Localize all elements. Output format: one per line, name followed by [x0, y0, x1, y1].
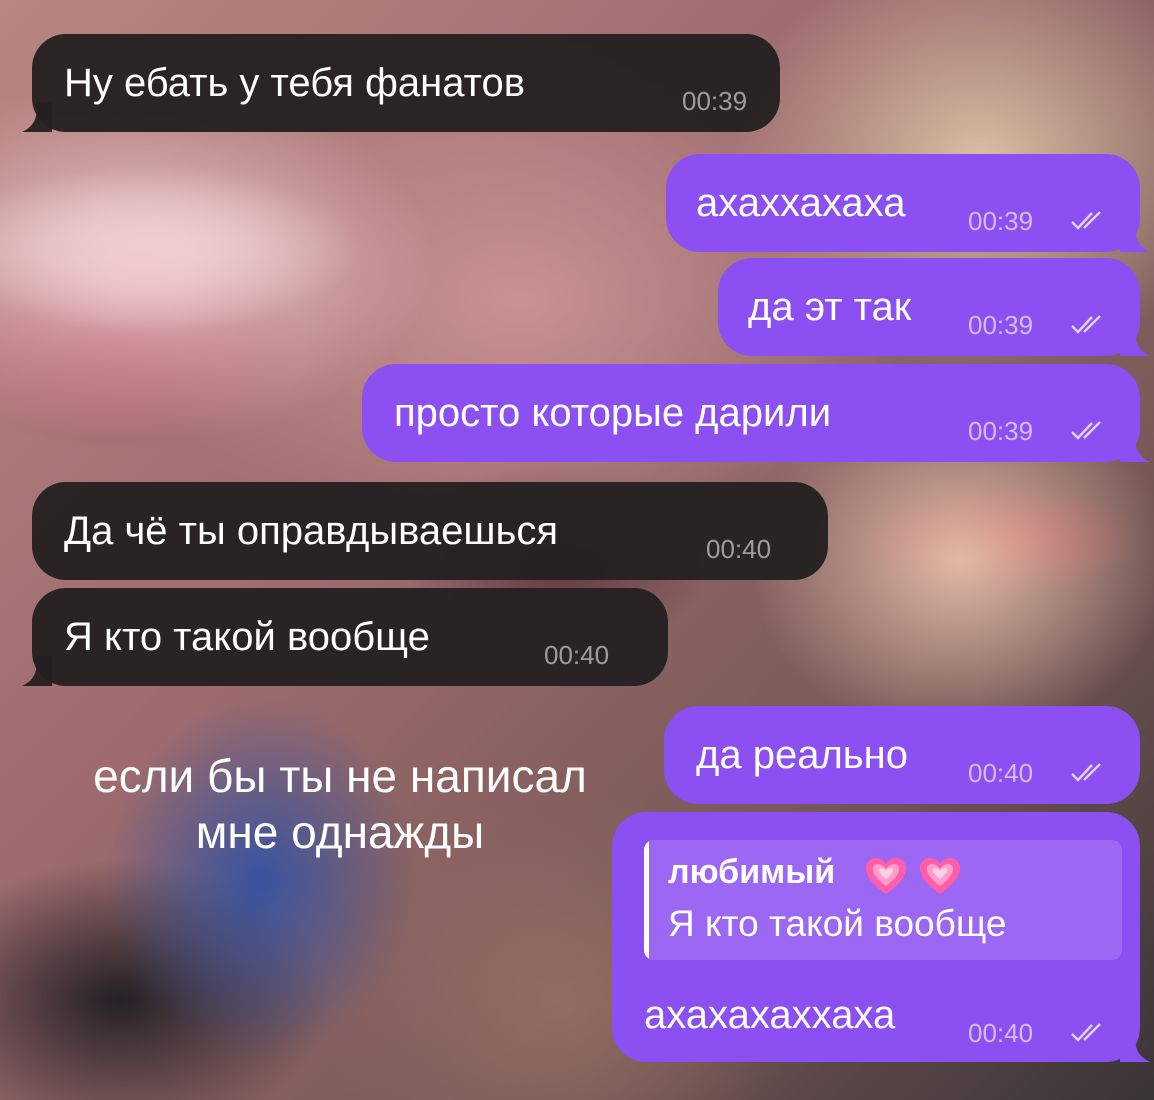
message-text: Я кто такой вообще: [64, 615, 430, 659]
message-text: Да чё ты оправдываешься: [64, 509, 559, 553]
reply-text: Я кто такой вообще: [668, 903, 1007, 944]
message-text: ахаххахаха: [696, 181, 906, 225]
message-time: 00:39: [968, 310, 1034, 340]
bubble-tail: [1120, 222, 1150, 252]
double-check-icon: [1071, 1023, 1101, 1042]
bubble-tail: [1120, 432, 1150, 462]
bubble-tail: [22, 102, 52, 132]
message-time: 00:39: [968, 416, 1034, 446]
caption-line-2: мне однажды: [195, 806, 485, 858]
message-bubble-outgoing[interactable]: просто которые дарили 00:39: [362, 364, 1150, 462]
overlay-caption: если бы ты не написал мне однажды: [0, 748, 680, 860]
message-text: ахахахаххаха: [644, 993, 896, 1037]
message-text: просто которые дарили: [394, 391, 832, 435]
caption-line-1: если бы ты не написал: [93, 750, 587, 802]
message-time: 00:39: [968, 206, 1034, 236]
bubble-tail: [22, 656, 52, 686]
message-bubble-outgoing-reply[interactable]: любимый Я кто такой вообще ахахахаххаха …: [612, 812, 1150, 1062]
growing-heart-icon: [866, 858, 906, 894]
message-time: 00:40: [968, 1018, 1034, 1048]
message-time: 00:40: [544, 640, 610, 670]
message-time: 00:40: [706, 534, 772, 564]
double-check-icon: [1071, 315, 1101, 334]
message-bubble-outgoing[interactable]: да эт так 00:39: [718, 258, 1150, 356]
bubble-tail: [1120, 1032, 1150, 1062]
double-check-icon: [1071, 763, 1101, 782]
double-check-icon: [1071, 211, 1101, 230]
message-bubble-incoming[interactable]: Я кто такой вообще 00:40: [22, 588, 668, 686]
message-bubble-incoming[interactable]: Да чё ты оправдываешься 00:40: [32, 482, 828, 580]
reply-author: любимый: [668, 853, 836, 891]
message-time: 00:39: [682, 86, 748, 116]
growing-heart-icon: [920, 858, 960, 894]
double-check-icon: [1071, 421, 1101, 440]
bubble-tail: [1120, 326, 1150, 356]
message-time: 00:40: [968, 758, 1034, 788]
message-bubble-outgoing[interactable]: да реально 00:40: [664, 706, 1140, 804]
reply-quote[interactable]: любимый Я кто такой вообще: [644, 840, 1122, 960]
message-text: Ну ебать у тебя фанатов: [64, 61, 525, 105]
message-bubble-outgoing[interactable]: ахаххахаха 00:39: [666, 154, 1150, 252]
message-text: да реально: [696, 733, 908, 777]
message-bubble-incoming[interactable]: Ну ебать у тебя фанатов 00:39: [22, 34, 780, 132]
message-text: да эт так: [748, 285, 912, 329]
